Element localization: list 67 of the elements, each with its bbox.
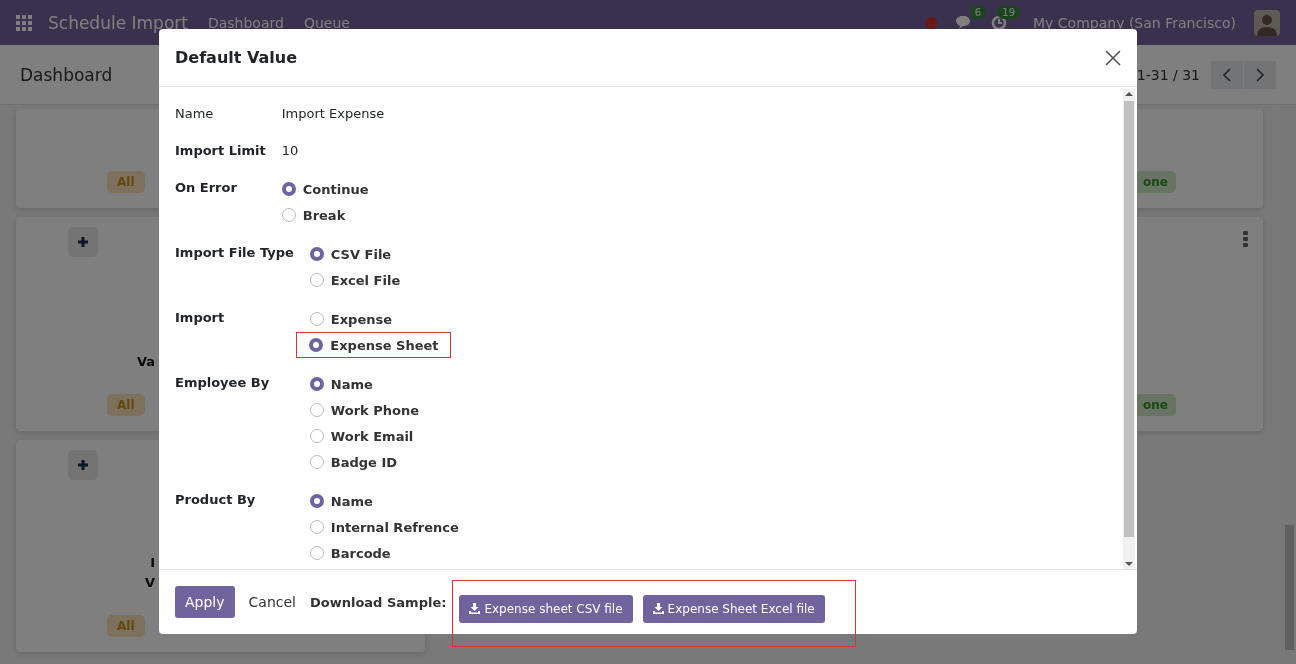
scroll-up-icon[interactable] bbox=[1123, 89, 1135, 99]
radio-label[interactable]: Work Phone bbox=[330, 402, 419, 418]
radio-button[interactable] bbox=[309, 403, 324, 417]
clock-icon[interactable] bbox=[991, 14, 1008, 31]
field-value[interactable]: Import Expense bbox=[281, 102, 1107, 126]
download-button[interactable]: Expense sheet CSV file bbox=[459, 594, 633, 623]
recording-dot-icon[interactable] bbox=[925, 16, 938, 29]
download-icon bbox=[469, 603, 481, 614]
radio-label[interactable]: Expense Sheet bbox=[330, 337, 439, 353]
radio-button[interactable] bbox=[309, 247, 324, 261]
kebab-menu-icon[interactable] bbox=[1243, 231, 1249, 247]
radio-button[interactable] bbox=[281, 208, 296, 222]
field-label: Import bbox=[175, 309, 226, 327]
activity-count-badge: 19 bbox=[997, 5, 1021, 19]
radio-label[interactable]: Barcode bbox=[330, 545, 391, 561]
radio-label[interactable]: Internal Refrence bbox=[330, 519, 459, 535]
radio-label[interactable]: Excel File bbox=[330, 272, 401, 288]
plus-icon bbox=[77, 236, 89, 248]
card-title: Va bbox=[136, 353, 155, 371]
field-value[interactable]: 10 bbox=[281, 139, 1107, 163]
add-button[interactable] bbox=[68, 450, 98, 480]
radio-label[interactable]: Continue bbox=[302, 181, 369, 197]
download-icon bbox=[652, 603, 664, 614]
scroll-down-icon[interactable] bbox=[1123, 559, 1135, 569]
card-title: V bbox=[144, 574, 155, 592]
apply-button[interactable]: Apply bbox=[175, 586, 235, 618]
add-button[interactable] bbox=[68, 227, 98, 257]
radio-button[interactable] bbox=[309, 273, 324, 287]
message-count-badge: 6 bbox=[969, 6, 987, 19]
radio-label[interactable]: Break bbox=[302, 207, 346, 223]
previous-button[interactable] bbox=[1211, 60, 1243, 89]
dialog-title: Default Value bbox=[175, 48, 297, 67]
avatar-icon[interactable] bbox=[1254, 9, 1280, 36]
download-label: Download Sample: bbox=[309, 594, 447, 610]
radio-label[interactable]: CSV File bbox=[330, 246, 392, 262]
card-title: I bbox=[150, 554, 155, 572]
dialog-scrollbar[interactable] bbox=[1123, 89, 1135, 569]
plus-icon bbox=[77, 459, 89, 471]
radio-button[interactable] bbox=[309, 429, 324, 443]
radio-label[interactable]: Name bbox=[330, 493, 373, 509]
radio-label[interactable]: Badge ID bbox=[330, 454, 398, 470]
download-button[interactable]: Expense Sheet Excel file bbox=[642, 594, 825, 623]
radio-button[interactable] bbox=[309, 546, 324, 560]
radio-button[interactable] bbox=[309, 338, 324, 352]
radio-label[interactable]: Work Email bbox=[330, 428, 414, 444]
page-title: Dashboard bbox=[20, 64, 113, 85]
field-label: Product By bbox=[175, 491, 257, 509]
apps-grid-icon[interactable] bbox=[16, 14, 32, 31]
radio-button[interactable] bbox=[309, 494, 324, 508]
chevron-left-icon bbox=[1222, 67, 1232, 82]
radio-button[interactable] bbox=[309, 455, 324, 469]
radio-button[interactable] bbox=[281, 182, 296, 196]
field-label: On Error bbox=[175, 179, 238, 197]
radio-button[interactable] bbox=[309, 520, 324, 534]
radio-label[interactable]: Name bbox=[330, 376, 373, 392]
next-button[interactable] bbox=[1244, 60, 1276, 89]
close-button[interactable] bbox=[1105, 49, 1121, 66]
pager-text: 1-31 / 31 bbox=[1136, 66, 1200, 83]
field-label: Name bbox=[175, 105, 215, 123]
radio-label[interactable]: Expense bbox=[330, 311, 393, 327]
radio-button[interactable] bbox=[309, 377, 324, 391]
field-label: Employee By bbox=[175, 374, 271, 392]
radio-button[interactable] bbox=[309, 312, 324, 326]
cancel-button[interactable]: Cancel bbox=[248, 586, 296, 618]
field-label: Import File Type bbox=[175, 244, 294, 262]
chevron-right-icon bbox=[1255, 67, 1265, 82]
field-label: Import Limit bbox=[175, 142, 266, 160]
